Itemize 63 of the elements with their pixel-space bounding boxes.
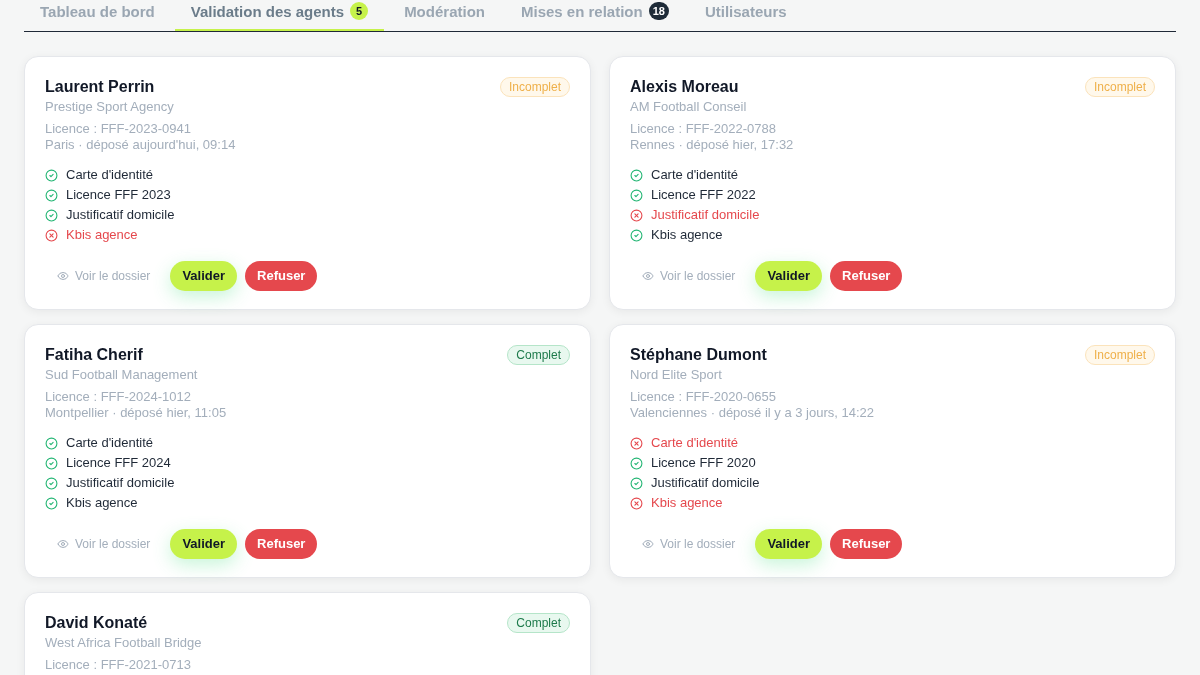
document-label: Justificatif domicile: [651, 474, 760, 492]
view-file-link[interactable]: Voir le dossier: [630, 529, 748, 559]
reject-button[interactable]: Refuser: [830, 261, 903, 291]
document-label: Kbis agence: [651, 494, 723, 512]
status-badge: Incomplet: [1084, 345, 1155, 365]
status-badge: Incomplet: [1084, 77, 1155, 97]
agent-name: Laurent Perrin: [45, 77, 156, 97]
agency-name: AM Football Conseil: [630, 98, 748, 116]
agent-name: Alexis Moreau: [630, 77, 740, 97]
reject-button[interactable]: Refuser: [245, 261, 318, 291]
reject-button[interactable]: Refuser: [245, 529, 318, 559]
view-file-link[interactable]: Voir le dossier: [45, 529, 163, 559]
eye-icon: [642, 270, 654, 282]
document-label: Justificatif domicile: [66, 474, 175, 492]
agent-name: Stéphane Dumont: [630, 345, 768, 365]
licence-number: Licence : FFF-2020-0655: [630, 389, 777, 405]
agency-name: Sud Football Management: [45, 366, 199, 384]
document-label: Carte d'identité: [651, 434, 739, 452]
status-badge: Complet: [507, 613, 570, 633]
licence-number: Licence : FFF-2024-1012: [45, 389, 192, 405]
document-label: Kbis agence: [651, 226, 723, 244]
location-date: Paris · déposé aujourd'hui, 09:14: [45, 137, 236, 153]
document-label: Carte d'identité: [651, 166, 739, 184]
document-label: Licence FFF 2020: [651, 454, 756, 472]
location-date: Valenciennes · déposé il y a 3 jours, 14:22: [630, 405, 875, 421]
status-badge: Complet: [507, 345, 570, 365]
document-label: Kbis agence: [66, 226, 138, 244]
tab[interactable]: Tableau de bord: [24, 0, 171, 31]
document-label: Kbis agence: [66, 494, 138, 512]
agency-name: Prestige Sport Agency: [45, 98, 175, 116]
agency-name: West Africa Football Bridge: [45, 634, 202, 652]
eye-icon: [642, 538, 654, 550]
document-label: Licence FFF 2024: [66, 454, 171, 472]
location-date: Rennes · déposé hier, 17:32: [630, 137, 794, 153]
agent-name: David Konaté: [45, 613, 149, 633]
count-badge: 5: [350, 2, 369, 20]
document-label: Licence FFF 2023: [66, 186, 171, 204]
licence-number: Licence : FFF-2022-0788: [630, 121, 777, 137]
reject-button[interactable]: Refuser: [830, 529, 903, 559]
validate-button[interactable]: Valider: [170, 261, 237, 291]
tab[interactable]: Mises en relation 18: [504, 0, 685, 31]
licence-number: Licence : FFF-2023-0941: [45, 121, 192, 137]
validate-button[interactable]: Valider: [755, 261, 822, 291]
validate-button[interactable]: Valider: [755, 529, 822, 559]
licence-number: Licence : FFF-2021-0713: [45, 657, 192, 673]
view-file-link[interactable]: Voir le dossier: [45, 261, 163, 291]
tab[interactable]: Modération: [388, 0, 501, 31]
eye-icon: [57, 270, 69, 282]
document-label: Licence FFF 2022: [651, 186, 756, 204]
view-file-link[interactable]: Voir le dossier: [630, 261, 748, 291]
location-date: Montpellier · déposé hier, 11:05: [45, 405, 227, 421]
document-label: Carte d'identité: [66, 166, 154, 184]
status-badge: Incomplet: [499, 77, 570, 97]
agent-name: Fatiha Cherif: [45, 345, 144, 365]
agency-name: Nord Elite Sport: [630, 366, 723, 384]
eye-icon: [57, 538, 69, 550]
document-label: Justificatif domicile: [66, 206, 175, 224]
document-label: Carte d'identité: [66, 434, 154, 452]
tab[interactable]: Validation des agents 5: [174, 0, 385, 31]
tab[interactable]: Utilisateurs: [688, 0, 803, 31]
document-label: Justificatif domicile: [651, 206, 760, 224]
validate-button[interactable]: Valider: [170, 529, 237, 559]
count-badge: 18: [648, 2, 669, 20]
